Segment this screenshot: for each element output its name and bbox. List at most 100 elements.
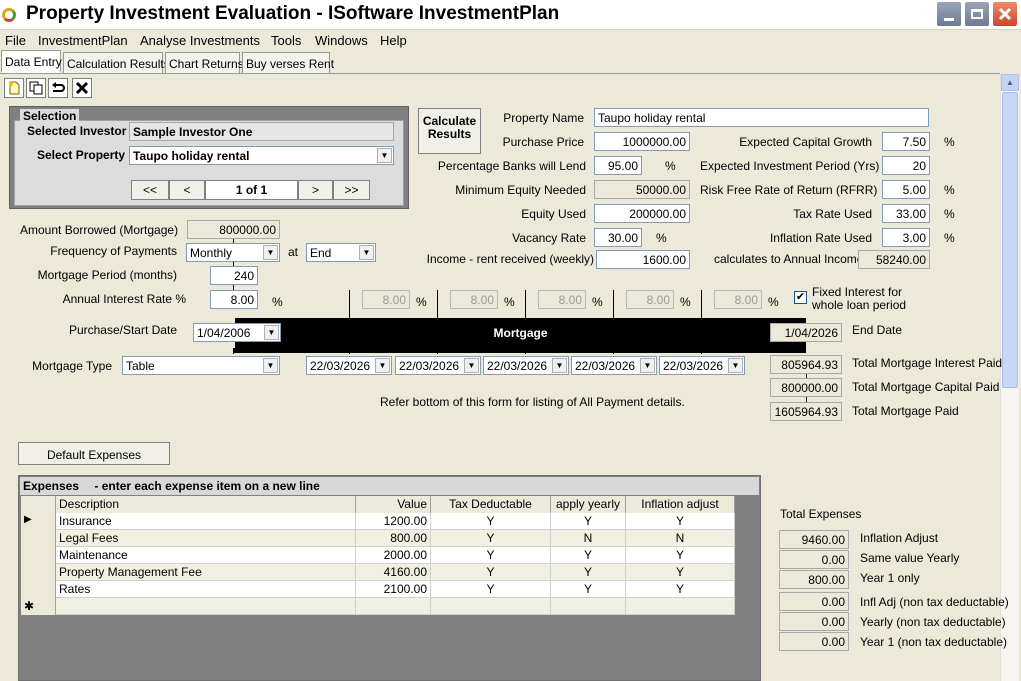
row-description[interactable]: Maintenance (56, 547, 356, 564)
row-tax[interactable]: Y (431, 581, 551, 598)
row-selector[interactable] (21, 530, 56, 547)
chevron-down-icon[interactable]: ▼ (728, 358, 743, 373)
menu-file[interactable]: File (5, 33, 26, 48)
frequency-combo[interactable]: Monthly ▼ (186, 243, 280, 262)
chevron-down-icon[interactable]: ▼ (359, 245, 374, 260)
new-row-yearly[interactable] (551, 598, 626, 615)
row-yearly[interactable]: Y (551, 547, 626, 564)
menu-investmentplan[interactable]: InvestmentPlan (38, 33, 128, 48)
col-inflation-adjust[interactable]: Inflation adjust (626, 496, 735, 513)
row-tax[interactable]: Y (431, 513, 551, 530)
table-row[interactable]: ▶ Insurance 1200.00 Y Y Y (21, 513, 735, 530)
row-value[interactable]: 4160.00 (356, 564, 431, 581)
delete-button[interactable] (72, 78, 92, 98)
row-inflation[interactable]: Y (626, 547, 735, 564)
rfrr-input[interactable]: 5.00 (882, 180, 930, 199)
period-date-3[interactable]: 22/03/2026 ▼ (483, 356, 569, 375)
next-record-button[interactable]: > (298, 180, 333, 200)
row-yearly[interactable]: Y (551, 581, 626, 598)
new-row-inflation[interactable] (626, 598, 735, 615)
at-combo[interactable]: End ▼ (306, 243, 376, 262)
chevron-down-icon[interactable]: ▼ (263, 358, 278, 373)
chevron-down-icon[interactable]: ▼ (377, 148, 392, 163)
row-yearly[interactable]: N (551, 530, 626, 547)
row-description[interactable]: Legal Fees (56, 530, 356, 547)
row-description[interactable]: Rates (56, 581, 356, 598)
capital-growth-input[interactable]: 7.50 (882, 132, 930, 151)
vacancy-rate-input[interactable]: 30.00 (594, 228, 642, 247)
new-row[interactable]: ✱ (21, 598, 735, 615)
investment-period-input[interactable]: 20 (882, 156, 930, 175)
col-tax-deductable[interactable]: Tax Deductable (431, 496, 551, 513)
scroll-up-button[interactable]: ▲ (1001, 74, 1019, 91)
equity-used-input[interactable]: 200000.00 (594, 204, 690, 223)
tab-calculation-results[interactable]: Calculation Results (63, 52, 170, 73)
scroll-thumb[interactable] (1002, 92, 1018, 388)
tax-rate-input[interactable]: 33.00 (882, 204, 930, 223)
menu-help[interactable]: Help (380, 33, 407, 48)
property-name-input[interactable]: Taupo holiday rental (594, 108, 929, 127)
new-row-tax[interactable] (431, 598, 551, 615)
chevron-down-icon[interactable]: ▼ (640, 358, 655, 373)
mortgage-period-input[interactable]: 240 (210, 266, 258, 285)
row-value[interactable]: 2000.00 (356, 547, 431, 564)
chevron-down-icon[interactable]: ▼ (375, 358, 390, 373)
default-expenses-button[interactable]: Default Expenses (18, 442, 170, 465)
row-inflation[interactable]: Y (626, 513, 735, 530)
income-input[interactable]: 1600.00 (596, 250, 690, 269)
new-button[interactable] (4, 78, 24, 98)
menu-analyse-investments[interactable]: Analyse Investments (140, 33, 260, 48)
row-tax[interactable]: Y (431, 530, 551, 547)
row-yearly[interactable]: Y (551, 513, 626, 530)
row-inflation[interactable]: Y (626, 581, 735, 598)
row-tax[interactable]: Y (431, 547, 551, 564)
tab-data-entry[interactable]: Data Entry (1, 50, 62, 73)
tab-buy-verses-rent[interactable]: Buy verses Rent (242, 52, 334, 73)
row-selector[interactable] (21, 581, 56, 598)
period-date-4[interactable]: 22/03/2026 ▼ (571, 356, 657, 375)
restore-button[interactable] (964, 1, 990, 27)
period-date-2[interactable]: 22/03/2026 ▼ (395, 356, 481, 375)
inflation-rate-input[interactable]: 3.00 (882, 228, 930, 247)
chevron-down-icon[interactable]: ▼ (264, 325, 279, 340)
col-description[interactable]: Description (56, 496, 356, 513)
undo-button[interactable] (48, 78, 68, 98)
period-date-5[interactable]: 22/03/2026 ▼ (659, 356, 745, 375)
copy-button[interactable] (26, 78, 46, 98)
table-row[interactable]: Legal Fees 800.00 Y N N (21, 530, 735, 547)
start-date-picker[interactable]: 1/04/2006 ▼ (193, 323, 281, 342)
prev-record-button[interactable]: < (169, 180, 205, 200)
menu-tools[interactable]: Tools (271, 33, 301, 48)
table-row[interactable]: Property Management Fee 4160.00 Y Y Y (21, 564, 735, 581)
col-value[interactable]: Value (356, 496, 431, 513)
period-date-1[interactable]: 22/03/2026 ▼ (306, 356, 392, 375)
row-selector[interactable] (21, 564, 56, 581)
row-value[interactable]: 1200.00 (356, 513, 431, 530)
minimize-button[interactable] (936, 1, 962, 27)
row-value[interactable]: 800.00 (356, 530, 431, 547)
row-selector[interactable] (21, 547, 56, 564)
first-record-button[interactable]: << (131, 180, 169, 200)
chevron-down-icon[interactable]: ▼ (464, 358, 479, 373)
col-apply-yearly[interactable]: apply yearly (551, 496, 626, 513)
fixed-interest-checkbox[interactable]: ✔ (794, 291, 807, 304)
row-inflation[interactable]: N (626, 530, 735, 547)
chevron-down-icon[interactable]: ▼ (552, 358, 567, 373)
row-yearly[interactable]: Y (551, 564, 626, 581)
last-record-button[interactable]: >> (333, 180, 370, 200)
table-row[interactable]: Rates 2100.00 Y Y Y (21, 581, 735, 598)
new-row-value[interactable] (356, 598, 431, 615)
interest-rate-input[interactable]: 8.00 (210, 290, 258, 309)
select-property-combo[interactable]: Taupo holiday rental ▼ (129, 146, 394, 165)
table-row[interactable]: Maintenance 2000.00 Y Y Y (21, 547, 735, 564)
new-row-description[interactable] (56, 598, 356, 615)
menu-windows[interactable]: Windows (315, 33, 368, 48)
tab-chart-returns[interactable]: Chart Returns (165, 52, 244, 73)
vertical-scrollbar[interactable]: ▲ (1000, 74, 1019, 681)
mortgage-type-combo[interactable]: Table ▼ (122, 356, 280, 375)
row-description[interactable]: Insurance (56, 513, 356, 530)
row-tax[interactable]: Y (431, 564, 551, 581)
bank-lend-input[interactable]: 95.00 (594, 156, 642, 175)
close-button[interactable] (992, 1, 1018, 27)
purchase-price-input[interactable]: 1000000.00 (594, 132, 690, 151)
